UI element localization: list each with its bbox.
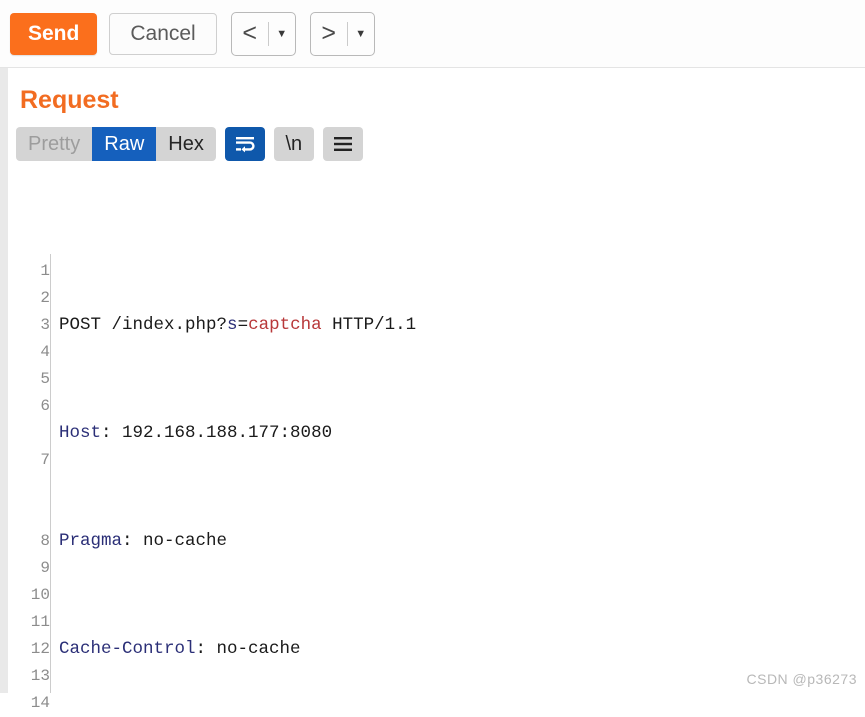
line-number-gutter: 1 2 3 4 5 6 7 8 9 10 11 12 13 14 <box>16 254 51 712</box>
request-code-content[interactable]: POST /index.php?s=captcha HTTP/1.1 Host:… <box>51 254 865 693</box>
left-gutter-strip <box>0 68 8 693</box>
send-button[interactable]: Send <box>10 12 98 55</box>
prev-request-dropdown-icon[interactable]: ▼ <box>269 13 295 55</box>
header-colon: : <box>195 639 207 659</box>
header-colon: : <box>101 423 112 443</box>
line-number: 11 <box>30 613 50 631</box>
header-value: no-cache <box>206 639 301 659</box>
prev-request-split-button[interactable]: < ▼ <box>230 11 296 56</box>
query-param-name: s <box>227 315 238 335</box>
line-number-wrap-filler <box>16 420 50 447</box>
line-number: 14 <box>30 694 50 712</box>
prev-request-icon[interactable]: < <box>232 13 268 55</box>
word-wrap-button[interactable] <box>224 127 265 161</box>
line-number-wrap-filler <box>16 474 50 501</box>
repeater-toolbar: Send Cancel < ▼ > ▼ <box>0 0 865 68</box>
view-mode-toolbar: Pretty Raw Hex \n <box>8 127 865 161</box>
line-number: 7 <box>40 451 50 469</box>
watermark-text: CSDN @p36273 <box>746 671 857 687</box>
request-section-title: Request <box>20 86 119 114</box>
code-line-request: POST /index.php?s=captcha HTTP/1.1 <box>59 312 865 339</box>
show-newlines-button[interactable]: \n <box>273 127 314 161</box>
tab-hex[interactable]: Hex <box>156 127 216 161</box>
header-colon: : <box>122 531 133 551</box>
hamburger-menu-icon <box>333 137 352 151</box>
equals-sign: = <box>237 315 249 335</box>
request-editor[interactable]: 1 2 3 4 5 6 7 8 9 10 11 12 13 14 POST /i… <box>16 254 865 712</box>
request-path: /index.php? <box>111 315 228 335</box>
header-value: no-cache <box>132 531 228 551</box>
line-number: 1 <box>40 262 50 280</box>
view-mode-tabs: Pretty Raw Hex <box>16 127 216 161</box>
header-name: Cache-Control <box>59 639 196 659</box>
http-version: HTTP/1.1 <box>321 315 417 335</box>
line-number: 2 <box>40 289 50 307</box>
code-line-header: Cache-Control: no-cache <box>59 636 865 663</box>
next-request-icon[interactable]: > <box>311 13 347 55</box>
code-line-header: Pragma: no-cache <box>59 528 865 555</box>
word-wrap-icon <box>235 137 255 153</box>
header-value: 192.168.188.177:8080 <box>111 423 333 443</box>
next-request-dropdown-icon[interactable]: ▼ <box>348 13 374 55</box>
header-name: Host <box>59 423 102 443</box>
editor-menu-button[interactable] <box>322 127 363 161</box>
tab-pretty[interactable]: Pretty <box>16 127 92 161</box>
line-number: 6 <box>40 397 50 415</box>
line-number: 3 <box>40 316 50 334</box>
newline-icon: \n <box>285 132 303 155</box>
line-number: 10 <box>30 586 50 604</box>
line-number: 8 <box>40 532 50 550</box>
line-number: 9 <box>40 559 50 577</box>
http-method: POST <box>59 315 112 335</box>
code-line-header: Host: 192.168.188.177:8080 <box>59 420 865 447</box>
header-name: Pragma <box>59 531 123 551</box>
cancel-button[interactable]: Cancel <box>109 12 217 55</box>
line-number: 13 <box>30 667 50 685</box>
next-request-split-button[interactable]: > ▼ <box>309 11 375 56</box>
tab-raw[interactable]: Raw <box>92 127 157 161</box>
query-param-value: captcha <box>248 315 322 335</box>
line-number: 4 <box>40 343 50 361</box>
line-number-wrap-filler <box>16 501 50 528</box>
request-panel: Request Pretty Raw Hex \n 1 2 3 4 5 6 7 … <box>8 68 865 712</box>
line-number: 12 <box>30 640 50 658</box>
line-number: 5 <box>40 370 50 388</box>
